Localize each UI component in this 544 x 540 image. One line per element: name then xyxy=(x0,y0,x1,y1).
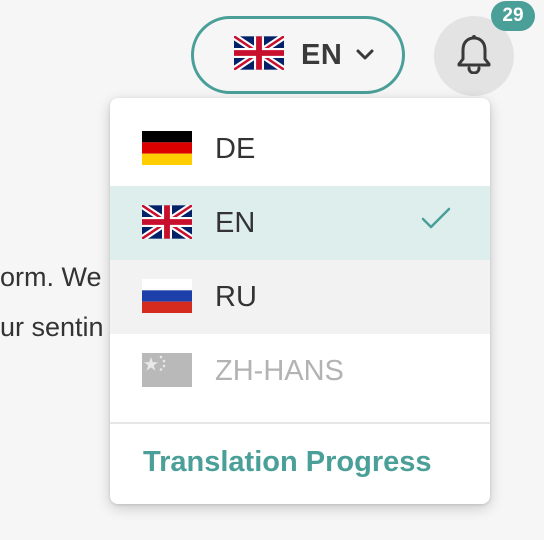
notification-count-badge: 29 xyxy=(491,1,535,31)
language-switcher-button[interactable]: EN xyxy=(191,16,405,94)
background-text-line-1: orm. We xyxy=(0,262,102,292)
russia-flag-icon xyxy=(142,279,192,318)
uk-flag-icon xyxy=(140,202,194,244)
language-option-label: RU xyxy=(215,280,257,313)
bell-icon xyxy=(456,34,492,79)
language-dropdown-menu: DE EN RU ZH-HANS Translation Progress xyxy=(110,98,490,504)
language-option-label: EN xyxy=(215,206,256,239)
language-option-zh-hans[interactable]: ZH-HANS xyxy=(110,334,490,408)
translation-progress-link[interactable]: Translation Progress xyxy=(143,446,432,479)
language-option-label: ZH-HANS xyxy=(215,354,344,387)
page: orm. We ur sentin EN 29 DE EN RU ZH-HANS… xyxy=(0,0,544,540)
language-option-en[interactable]: EN xyxy=(110,186,490,260)
uk-flag-icon xyxy=(232,33,286,75)
language-option-ru[interactable]: RU xyxy=(110,260,490,334)
checkmark-icon xyxy=(420,207,452,236)
china-flag-icon xyxy=(142,353,192,392)
germany-flag-icon xyxy=(142,131,192,170)
language-option-label: DE xyxy=(215,132,256,165)
chevron-down-icon xyxy=(355,48,375,62)
background-text-line-2: ur sentin xyxy=(0,312,104,342)
language-option-de[interactable]: DE xyxy=(110,112,490,186)
current-language-code: EN xyxy=(301,38,343,71)
menu-divider xyxy=(110,422,490,424)
